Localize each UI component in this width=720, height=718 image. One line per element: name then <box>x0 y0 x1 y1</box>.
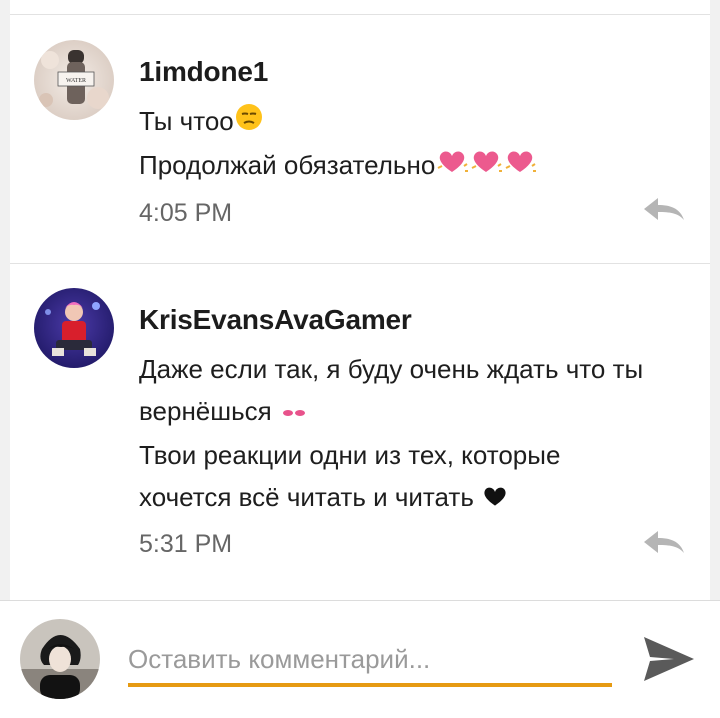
lips-emoji <box>279 392 309 434</box>
comment-author[interactable]: 1imdone1 <box>139 56 268 88</box>
reply-arrow-icon[interactable] <box>642 527 686 557</box>
comment-body: Ты чтоо Продолжай обязательно <box>139 100 699 188</box>
comment-body: Даже если так, я буду очень ждать что ты… <box>139 348 699 520</box>
avatar[interactable] <box>34 288 114 368</box>
reply-arrow-icon[interactable] <box>642 194 686 224</box>
comment-line: Продолжай обязательно <box>139 150 436 181</box>
avatar[interactable] <box>20 619 100 699</box>
comment-line: Твои реакции одни из тех, которые <box>139 440 561 471</box>
comment-line: Даже если так, я буду очень ждать что ты <box>139 354 644 384</box>
comment-author[interactable]: KrisEvansAvaGamer <box>139 304 412 336</box>
avatar-logo-text: WATER <box>66 78 86 84</box>
comments-screen: WATER 1imdone1 Ты чтоо Продолжай обязате… <box>0 0 720 718</box>
comment-line: Ты чтоо <box>139 106 234 136</box>
comment-timestamp: 5:31 PM <box>139 530 233 558</box>
avatar[interactable]: WATER <box>34 40 114 120</box>
comment-line: хочется всё читать и читать <box>139 482 474 513</box>
unamused-face-emoji <box>234 102 264 144</box>
divider <box>10 14 710 15</box>
comment-item: KrisEvansAvaGamer Даже если так, я буду … <box>10 264 710 600</box>
sparkling-heart-emoji <box>435 146 469 188</box>
sparkling-heart-emoji <box>469 146 503 188</box>
send-icon[interactable] <box>640 633 698 685</box>
comment-input[interactable] <box>128 635 612 687</box>
black-heart-emoji <box>481 478 509 520</box>
comment-timestamp: 4:05 PM <box>139 199 233 227</box>
sparkling-heart-emoji <box>503 146 537 188</box>
comment-composer <box>0 600 720 718</box>
comment-line: вернёшься <box>139 396 272 426</box>
comment-list: WATER 1imdone1 Ты чтоо Продолжай обязате… <box>10 0 710 600</box>
comment-item: WATER 1imdone1 Ты чтоо Продолжай обязате… <box>10 16 710 264</box>
